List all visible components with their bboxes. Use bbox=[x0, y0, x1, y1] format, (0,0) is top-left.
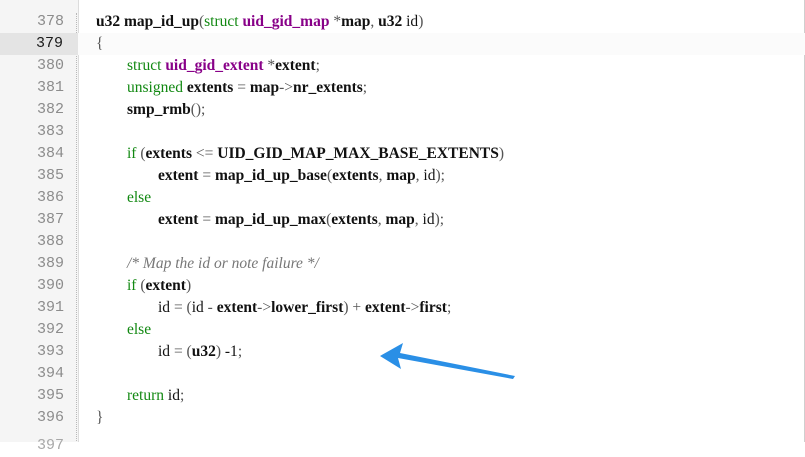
code-editor[interactable]: 377 378u32 map_id_up(struct uid_gid_map … bbox=[0, 0, 805, 454]
annotation-arrow-icon bbox=[380, 343, 515, 379]
